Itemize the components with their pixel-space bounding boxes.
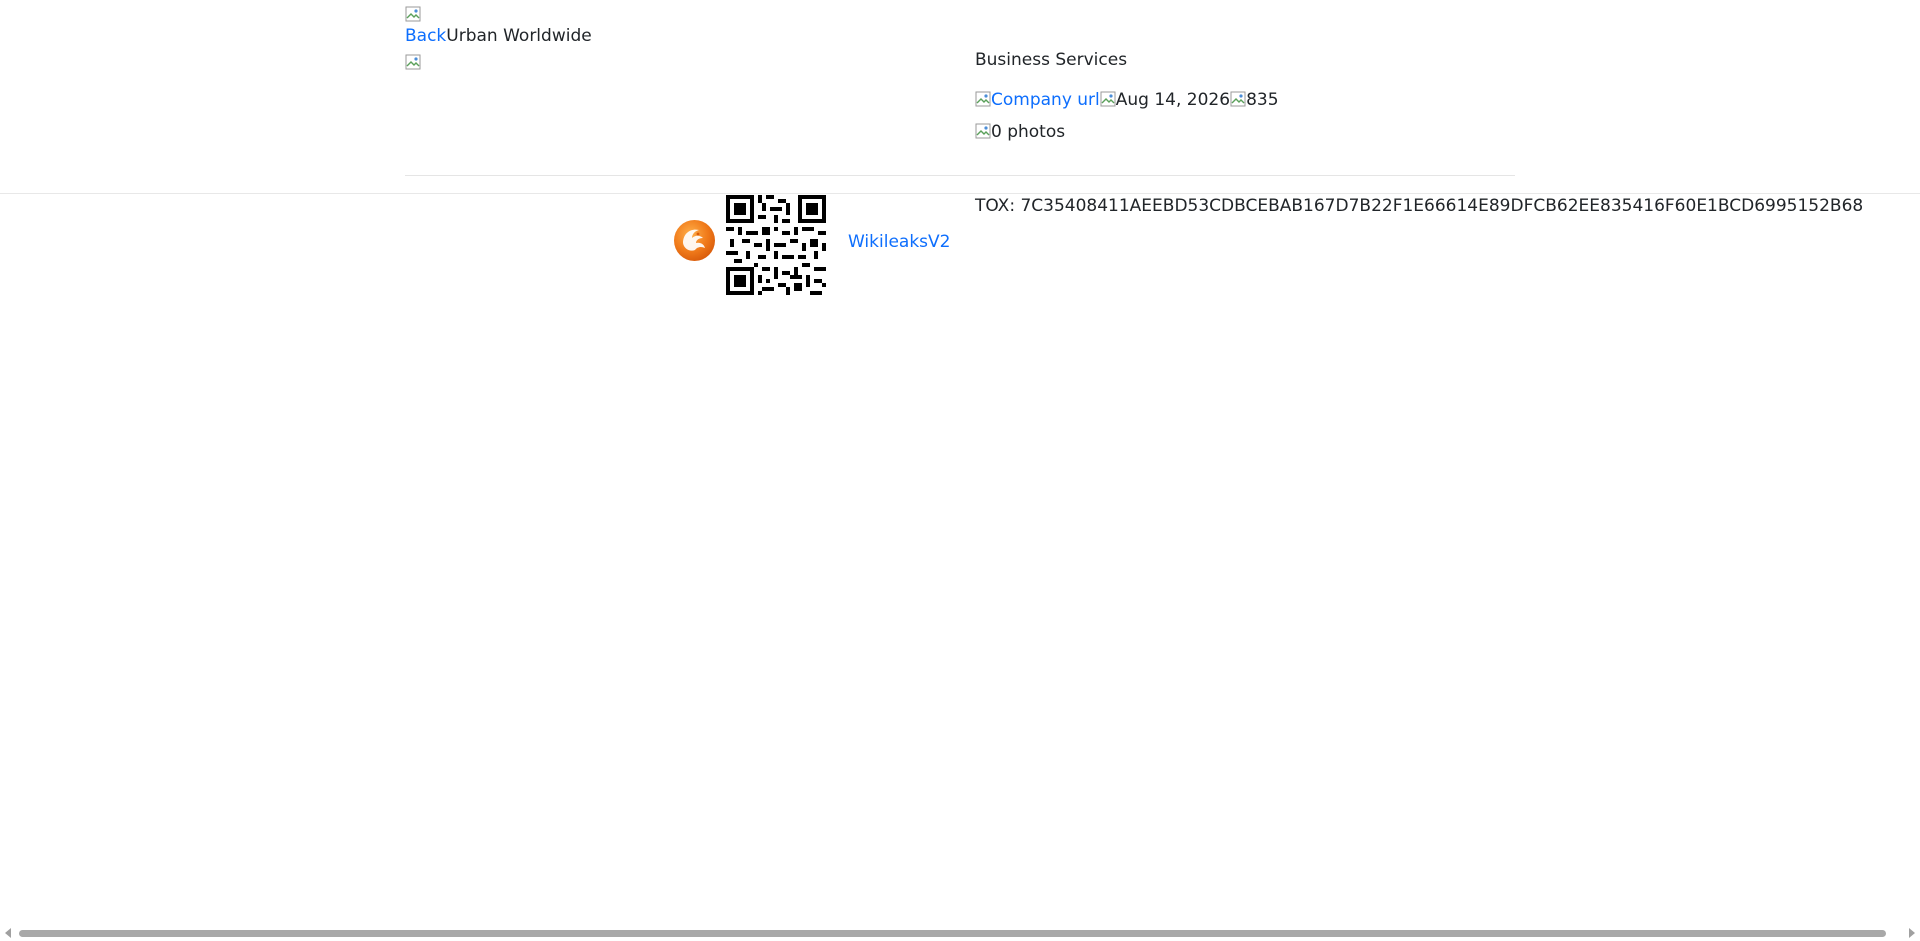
views-broken-icon (1230, 91, 1246, 107)
photos-count: 0 photos (991, 122, 1066, 142)
qr-code-icon (726, 195, 826, 295)
meta-row: Company url Aug 14, 2026 835 (975, 89, 1279, 111)
scroll-right-arrow-icon[interactable] (1909, 928, 1915, 938)
back-link[interactable]: Back (405, 26, 446, 46)
broken-image-icon (405, 6, 421, 22)
date-value: Aug 14, 2026 (1115, 90, 1231, 110)
wikileaks-link[interactable]: WikileaksV2 (848, 231, 950, 253)
section-divider (405, 175, 1515, 176)
company-url-link[interactable]: Company url (991, 90, 1100, 110)
company-image-broken-icon (405, 54, 421, 70)
views-count: 835 (1246, 90, 1279, 110)
phoenix-logo-icon[interactable] (673, 219, 716, 262)
photos-broken-icon (975, 123, 991, 139)
company-name: Urban Worldwide (446, 26, 592, 46)
calendar-broken-icon (1100, 91, 1116, 107)
horizontal-scrollbar[interactable] (0, 925, 1920, 941)
link-broken-icon (975, 91, 991, 107)
tox-id: TOX: 7C35408411AEEBD53CDBCEBAB167D7B22F1… (975, 196, 1864, 216)
header-row: BackUrban Worldwide (405, 25, 592, 47)
photos-row: 0 photos (975, 121, 1065, 143)
page: BackUrban Worldwide Business Services Co… (0, 0, 1920, 941)
category-label: Business Services (975, 50, 1128, 70)
footer-divider (0, 193, 1920, 194)
scrollbar-thumb[interactable] (19, 930, 1886, 937)
scroll-left-arrow-icon[interactable] (5, 928, 11, 938)
